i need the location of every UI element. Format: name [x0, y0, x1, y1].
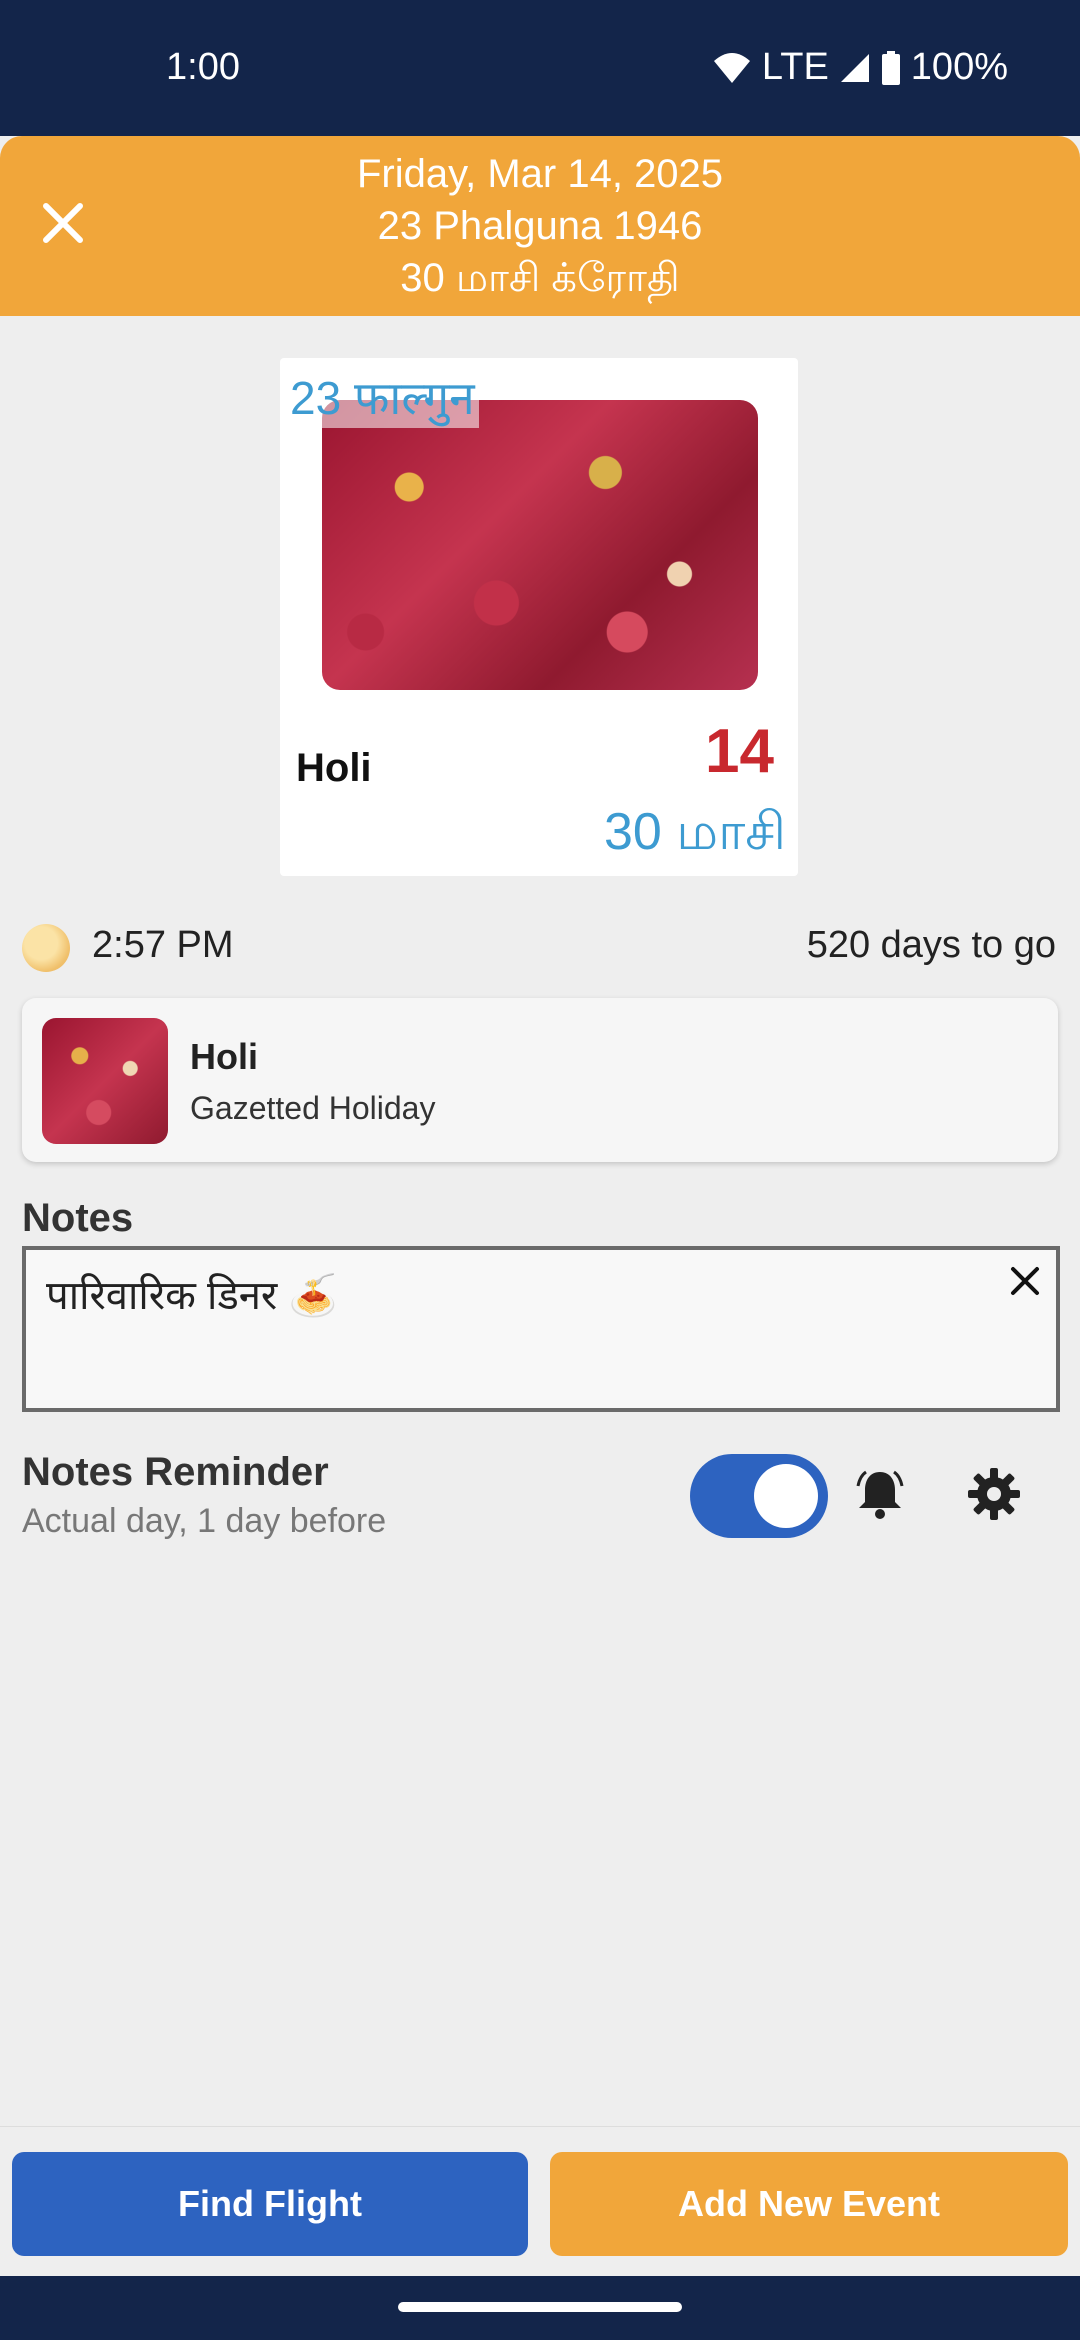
home-handle[interactable]	[398, 2302, 682, 2312]
find-flight-button[interactable]: Find Flight	[12, 2152, 528, 2256]
navigation-bar	[0, 2276, 1080, 2340]
clear-icon[interactable]	[1008, 1264, 1042, 1298]
moon-info-row: 2:57 PM 520 days to go	[22, 918, 1056, 978]
signal-icon	[840, 53, 869, 82]
holiday-title: Holi	[190, 1036, 258, 1077]
moon-time: 2:57 PM	[92, 924, 234, 966]
toggle-knob	[754, 1464, 818, 1528]
header-saka-date: 23 Phalguna 1946	[377, 204, 703, 248]
date-header: Friday, Mar 14, 2025 23 Phalguna 1946 30…	[0, 136, 1080, 316]
days-to-go: 520 days to go	[806, 924, 1056, 966]
day-number: 14	[705, 717, 774, 786]
holiday-card[interactable]: Holi Gazetted Holiday	[22, 998, 1058, 1162]
bell-icon[interactable]	[852, 1466, 908, 1522]
reminder-toggle[interactable]	[690, 1454, 828, 1538]
notes-label: Notes	[22, 1196, 134, 1240]
gear-icon[interactable]	[966, 1466, 1022, 1522]
battery-label: 100%	[910, 46, 1008, 88]
hindi-date: 23 फाल्गुन	[286, 366, 479, 428]
moon-icon	[22, 924, 70, 972]
status-time: 1:00	[166, 46, 240, 88]
tamil-date: 30 மாசி	[603, 803, 786, 861]
status-icons: LTE 100%	[712, 46, 1008, 89]
day-card: 23 फाल्गुन Holi 14 30 மாசி	[280, 358, 798, 876]
header-gregorian-date: Friday, Mar 14, 2025	[356, 152, 724, 196]
status-bar: 1:00 LTE 100%	[0, 0, 1080, 136]
notes-text[interactable]: पारिवारिक डिनर 🍝	[46, 1266, 338, 1321]
holi-image	[322, 400, 758, 690]
holiday-thumbnail	[42, 1018, 168, 1144]
battery-icon	[881, 50, 900, 85]
add-new-event-button[interactable]: Add New Event	[550, 2152, 1068, 2256]
notes-field[interactable]: पारिवारिक डिनर 🍝	[22, 1246, 1060, 1412]
reminder-title: Notes Reminder	[22, 1450, 329, 1494]
reminder-subtitle: Actual day, 1 day before	[22, 1502, 387, 1540]
wifi-icon	[713, 52, 750, 83]
holiday-type: Gazetted Holiday	[190, 1090, 436, 1126]
card-event-name: Holi	[296, 746, 372, 790]
network-label: LTE	[761, 46, 829, 88]
header-tamil-date: 30 மாசி க்ரோதி	[400, 256, 680, 300]
